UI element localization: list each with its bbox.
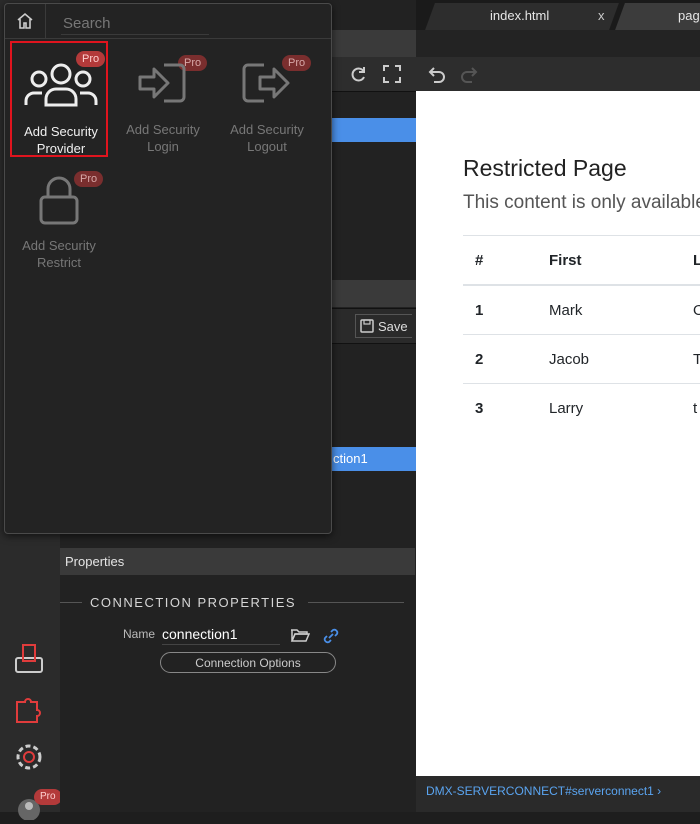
search-input[interactable] bbox=[61, 12, 209, 35]
tile-label-line: Provider bbox=[36, 141, 86, 156]
avatar[interactable]: Pro bbox=[10, 786, 62, 824]
extensions-icon[interactable] bbox=[10, 690, 48, 728]
save-button[interactable]: Save bbox=[355, 314, 412, 338]
save-icon bbox=[360, 319, 374, 333]
tile-label-line: Add Security bbox=[22, 238, 96, 253]
fullscreen-icon[interactable] bbox=[382, 64, 402, 89]
properties-header: Properties bbox=[60, 548, 415, 575]
panel-toolbar bbox=[330, 57, 416, 92]
add-security-provider-button[interactable]: Pro Add Security Provider bbox=[10, 41, 108, 157]
column-header: # bbox=[463, 235, 537, 286]
table-cell: Larry bbox=[537, 383, 681, 432]
tree-item-label: ction1 bbox=[333, 451, 368, 466]
table-cell: T bbox=[681, 334, 700, 384]
page-lead-text: This content is only available bbox=[463, 192, 700, 213]
table-cell: 1 bbox=[463, 284, 537, 335]
table-cell: t bbox=[681, 383, 700, 432]
tile-label: Add Security Restrict bbox=[10, 237, 108, 271]
connection-options-button[interactable]: Connection Options bbox=[160, 652, 336, 673]
editor-toolbar bbox=[416, 57, 700, 92]
properties-title: Properties bbox=[65, 554, 125, 569]
add-security-restrict-button[interactable]: Pro Add Security Restrict bbox=[10, 157, 108, 273]
column-header: L bbox=[681, 235, 700, 286]
tile-label: Add Security Provider bbox=[12, 123, 110, 157]
refresh-icon[interactable] bbox=[348, 64, 368, 89]
home-button[interactable] bbox=[5, 4, 46, 38]
connection-properties-title: CONNECTION PROPERTIES bbox=[60, 595, 415, 611]
table-row: 3 Larry t bbox=[463, 383, 700, 432]
tile-label-line: Login bbox=[147, 139, 179, 154]
tile-label-line: Add Security bbox=[24, 124, 98, 139]
divider bbox=[308, 602, 404, 603]
panel-header bbox=[330, 280, 416, 307]
login-icon bbox=[114, 59, 212, 115]
tab-close-button[interactable]: x bbox=[598, 8, 605, 23]
folder-open-icon[interactable] bbox=[290, 627, 311, 648]
design-canvas[interactable]: Restricted Page This content is only ava… bbox=[416, 91, 700, 776]
tile-label-line: Restrict bbox=[36, 255, 82, 270]
home-icon bbox=[17, 12, 33, 29]
table-cell: 3 bbox=[463, 383, 537, 432]
column-header: First bbox=[537, 235, 681, 286]
table-cell: 2 bbox=[463, 334, 537, 384]
table-row: 1 Mark O bbox=[463, 284, 700, 335]
table-header-row: # First L bbox=[463, 235, 700, 286]
tab-page-label: pag bbox=[678, 8, 700, 23]
name-label: Name bbox=[123, 627, 156, 641]
logout-icon bbox=[218, 59, 316, 115]
add-security-login-button[interactable]: Pro Add Security Login bbox=[114, 41, 212, 157]
lock-icon bbox=[10, 175, 108, 231]
status-breadcrumb[interactable]: DMX-SERVERCONNECT#serverconnect1 › bbox=[426, 784, 661, 798]
avatar-pro-badge: Pro bbox=[34, 789, 62, 805]
table-cell: Jacob bbox=[537, 334, 681, 384]
security-actions-popup: Pro Add Security Provider Pro Add Securi… bbox=[4, 3, 332, 534]
table-cell: O bbox=[681, 284, 700, 335]
tile-label-line: Add Security bbox=[230, 122, 304, 137]
tile-label-line: Add Security bbox=[126, 122, 200, 137]
undo-icon[interactable] bbox=[426, 64, 446, 89]
page-heading: Restricted Page bbox=[463, 155, 627, 181]
section-title: CONNECTION PROPERTIES bbox=[90, 595, 297, 610]
tile-label: Add Security Logout bbox=[218, 121, 316, 155]
tab-index-label: index.html bbox=[490, 8, 550, 23]
save-label: Save bbox=[378, 318, 408, 334]
divider bbox=[60, 602, 82, 603]
editor-topbar bbox=[416, 30, 700, 57]
table-row: 2 Jacob T bbox=[463, 334, 700, 384]
tree-selection-connection[interactable]: ction1 bbox=[330, 447, 416, 471]
tree-selection[interactable] bbox=[330, 118, 416, 142]
redo-icon[interactable] bbox=[460, 64, 480, 89]
gear-icon[interactable] bbox=[10, 738, 48, 776]
table-cell: Mark bbox=[537, 284, 681, 335]
panel-header bbox=[330, 30, 416, 57]
connection-options-label: Connection Options bbox=[195, 655, 301, 670]
data-table: # First L 1 Mark O 2 Jacob T 3 Larry t bbox=[463, 235, 700, 432]
tile-label-line: Logout bbox=[247, 139, 287, 154]
publish-icon[interactable] bbox=[10, 640, 48, 678]
tile-label: Add Security Login bbox=[114, 121, 212, 155]
add-security-logout-button[interactable]: Pro Add Security Logout bbox=[218, 41, 316, 157]
popup-header bbox=[5, 4, 331, 39]
name-field[interactable]: connection1 bbox=[162, 626, 280, 645]
users-icon bbox=[12, 61, 110, 117]
link-icon[interactable] bbox=[322, 627, 340, 650]
